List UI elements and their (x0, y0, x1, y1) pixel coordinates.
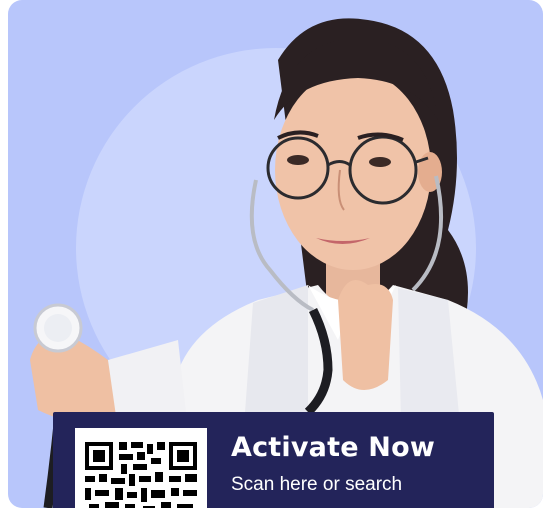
scan-instruction: Scan here or search (231, 474, 403, 495)
cta-text-block: Activate Now Scan here or search (231, 434, 435, 496)
qr-code[interactable] (75, 428, 207, 508)
activate-title[interactable]: Activate Now (231, 434, 435, 461)
activate-banner[interactable]: Activate Now Scan here or search (53, 412, 494, 508)
qr-code-icon (85, 442, 197, 508)
promo-card[interactable]: Activate Now Scan here or search (8, 0, 543, 508)
